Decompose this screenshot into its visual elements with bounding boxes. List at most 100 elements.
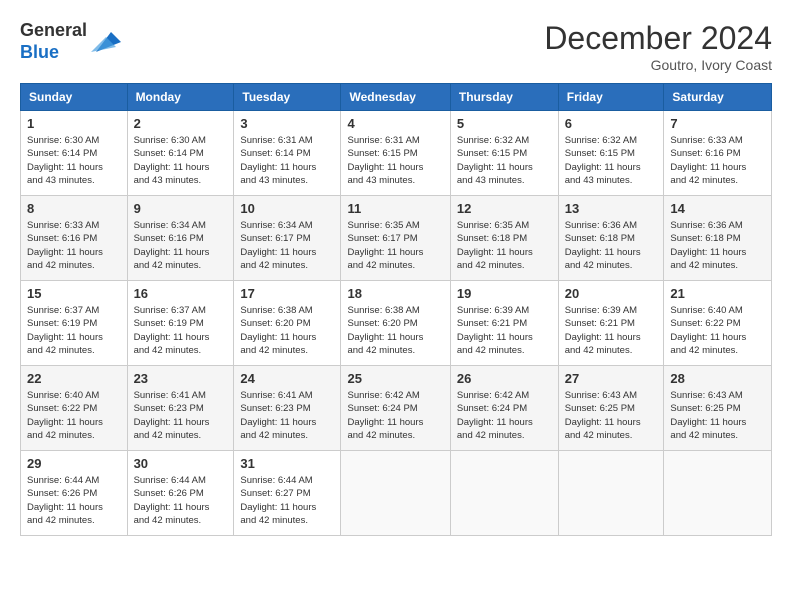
day-number: 27 [565, 371, 658, 386]
day-info: Sunrise: 6:34 AMSunset: 6:17 PMDaylight:… [240, 219, 334, 272]
logo-general-text: General [20, 20, 87, 42]
day-number: 11 [347, 201, 443, 216]
day-info: Sunrise: 6:42 AMSunset: 6:24 PMDaylight:… [457, 389, 552, 442]
day-number: 6 [565, 116, 658, 131]
table-row: 19 Sunrise: 6:39 AMSunset: 6:21 PMDayligh… [450, 281, 558, 366]
day-info: Sunrise: 6:36 AMSunset: 6:18 PMDaylight:… [670, 219, 765, 272]
day-info: Sunrise: 6:34 AMSunset: 6:16 PMDaylight:… [134, 219, 228, 272]
day-number: 14 [670, 201, 765, 216]
calendar-week-row: 22 Sunrise: 6:40 AMSunset: 6:22 PMDayligh… [21, 366, 772, 451]
page-header: General Blue December 2024 Goutro, Ivory… [20, 20, 772, 73]
day-info: Sunrise: 6:33 AMSunset: 6:16 PMDaylight:… [27, 219, 121, 272]
day-info: Sunrise: 6:41 AMSunset: 6:23 PMDaylight:… [134, 389, 228, 442]
day-number: 12 [457, 201, 552, 216]
table-row: 20 Sunrise: 6:39 AMSunset: 6:21 PMDayligh… [558, 281, 664, 366]
table-row: 28Sunrise: 6:43 AMSunset: 6:25 PMDayligh… [664, 366, 772, 451]
calendar-week-row: 29 Sunrise: 6:44 AMSunset: 6:26 PMDayligh… [21, 451, 772, 536]
day-number: 7 [670, 116, 765, 131]
day-info: Sunrise: 6:40 AMSunset: 6:22 PMDaylight:… [27, 389, 121, 442]
table-row [450, 451, 558, 536]
day-info: Sunrise: 6:40 AMSunset: 6:22 PMDaylight:… [670, 304, 765, 357]
day-number: 31 [240, 456, 334, 471]
table-row: 6 Sunrise: 6:32 AMSunset: 6:15 PMDaylight… [558, 111, 664, 196]
day-info: Sunrise: 6:39 AMSunset: 6:21 PMDaylight:… [565, 304, 658, 357]
logo-blue-text: Blue [20, 42, 87, 64]
day-number: 2 [134, 116, 228, 131]
day-info: Sunrise: 6:44 AMSunset: 6:27 PMDaylight:… [240, 474, 334, 527]
col-thursday: Thursday [450, 84, 558, 111]
day-info: Sunrise: 6:41 AMSunset: 6:23 PMDaylight:… [240, 389, 334, 442]
location: Goutro, Ivory Coast [544, 57, 772, 73]
day-info: Sunrise: 6:42 AMSunset: 6:24 PMDaylight:… [347, 389, 443, 442]
day-info: Sunrise: 6:38 AMSunset: 6:20 PMDaylight:… [240, 304, 334, 357]
table-row [664, 451, 772, 536]
table-row: 27 Sunrise: 6:43 AMSunset: 6:25 PMDayligh… [558, 366, 664, 451]
day-number: 26 [457, 371, 552, 386]
col-wednesday: Wednesday [341, 84, 450, 111]
table-row: 29 Sunrise: 6:44 AMSunset: 6:26 PMDayligh… [21, 451, 128, 536]
table-row: 8 Sunrise: 6:33 AMSunset: 6:16 PMDaylight… [21, 196, 128, 281]
table-row: 9 Sunrise: 6:34 AMSunset: 6:16 PMDaylight… [127, 196, 234, 281]
table-row [341, 451, 450, 536]
table-row: 1 Sunrise: 6:30 AMSunset: 6:14 PMDaylight… [21, 111, 128, 196]
day-info: Sunrise: 6:44 AMSunset: 6:26 PMDaylight:… [134, 474, 228, 527]
col-tuesday: Tuesday [234, 84, 341, 111]
table-row: 10 Sunrise: 6:34 AMSunset: 6:17 PMDayligh… [234, 196, 341, 281]
calendar-week-row: 15 Sunrise: 6:37 AMSunset: 6:19 PMDayligh… [21, 281, 772, 366]
title-section: December 2024 Goutro, Ivory Coast [544, 20, 772, 73]
table-row: 5Sunrise: 6:32 AMSunset: 6:15 PMDaylight… [450, 111, 558, 196]
day-info: Sunrise: 6:35 AMSunset: 6:18 PMDaylight:… [457, 219, 552, 272]
day-info: Sunrise: 6:36 AMSunset: 6:18 PMDaylight:… [565, 219, 658, 272]
day-info: Sunrise: 6:32 AMSunset: 6:15 PMDaylight:… [565, 134, 658, 187]
day-number: 8 [27, 201, 121, 216]
day-info: Sunrise: 6:37 AMSunset: 6:19 PMDaylight:… [134, 304, 228, 357]
table-row: 3 Sunrise: 6:31 AMSunset: 6:14 PMDaylight… [234, 111, 341, 196]
day-info: Sunrise: 6:43 AMSunset: 6:25 PMDaylight:… [670, 389, 765, 442]
day-number: 5 [457, 116, 552, 131]
day-info: Sunrise: 6:33 AMSunset: 6:16 PMDaylight:… [670, 134, 765, 187]
day-number: 9 [134, 201, 228, 216]
table-row [558, 451, 664, 536]
col-friday: Friday [558, 84, 664, 111]
col-saturday: Saturday [664, 84, 772, 111]
day-number: 3 [240, 116, 334, 131]
table-row: 15Sunrise: 6:37 AMSunset: 6:19 PMDayligh… [21, 281, 128, 366]
day-number: 18 [347, 286, 443, 301]
table-row: 14 Sunrise: 6:36 AMSunset: 6:18 PMDayligh… [664, 196, 772, 281]
day-number: 21 [670, 286, 765, 301]
col-monday: Monday [127, 84, 234, 111]
day-info: Sunrise: 6:30 AMSunset: 6:14 PMDaylight:… [27, 134, 121, 187]
calendar-week-row: 1 Sunrise: 6:30 AMSunset: 6:14 PMDaylight… [21, 111, 772, 196]
table-row: 25 Sunrise: 6:42 AMSunset: 6:24 PMDayligh… [341, 366, 450, 451]
day-number: 15 [27, 286, 121, 301]
day-number: 20 [565, 286, 658, 301]
day-number: 25 [347, 371, 443, 386]
table-row: 22 Sunrise: 6:40 AMSunset: 6:22 PMDayligh… [21, 366, 128, 451]
day-number: 22 [27, 371, 121, 386]
calendar-header-row: Sunday Monday Tuesday Wednesday Thursday… [21, 84, 772, 111]
day-info: Sunrise: 6:30 AMSunset: 6:14 PMDaylight:… [134, 134, 228, 187]
table-row: 7 Sunrise: 6:33 AMSunset: 6:16 PMDaylight… [664, 111, 772, 196]
logo-icon [91, 27, 121, 57]
table-row: 24 Sunrise: 6:41 AMSunset: 6:23 PMDayligh… [234, 366, 341, 451]
day-info: Sunrise: 6:35 AMSunset: 6:17 PMDaylight:… [347, 219, 443, 272]
day-info: Sunrise: 6:43 AMSunset: 6:25 PMDaylight:… [565, 389, 658, 442]
day-number: 24 [240, 371, 334, 386]
day-number: 19 [457, 286, 552, 301]
table-row: 2 Sunrise: 6:30 AMSunset: 6:14 PMDaylight… [127, 111, 234, 196]
day-number: 17 [240, 286, 334, 301]
day-number: 30 [134, 456, 228, 471]
day-number: 13 [565, 201, 658, 216]
table-row: 12 Sunrise: 6:35 AMSunset: 6:18 PMDayligh… [450, 196, 558, 281]
table-row: 13 Sunrise: 6:36 AMSunset: 6:18 PMDayligh… [558, 196, 664, 281]
table-row: 31 Sunrise: 6:44 AMSunset: 6:27 PMDayligh… [234, 451, 341, 536]
day-number: 29 [27, 456, 121, 471]
day-number: 10 [240, 201, 334, 216]
day-number: 1 [27, 116, 121, 131]
day-info: Sunrise: 6:31 AMSunset: 6:14 PMDaylight:… [240, 134, 334, 187]
day-info: Sunrise: 6:39 AMSunset: 6:21 PMDaylight:… [457, 304, 552, 357]
day-number: 23 [134, 371, 228, 386]
day-info: Sunrise: 6:44 AMSunset: 6:26 PMDaylight:… [27, 474, 121, 527]
month-title: December 2024 [544, 20, 772, 57]
day-info: Sunrise: 6:31 AMSunset: 6:15 PMDaylight:… [347, 134, 443, 187]
